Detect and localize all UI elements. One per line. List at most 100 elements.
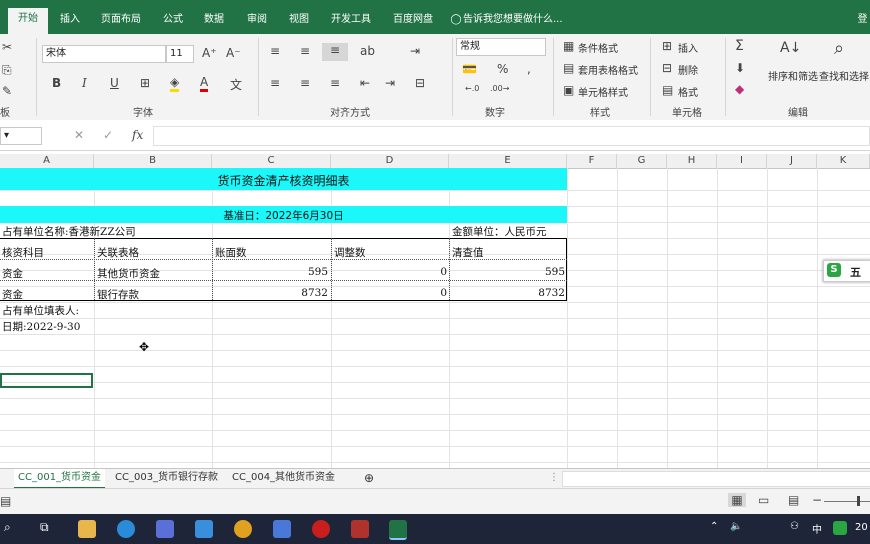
column-header-h[interactable]: H xyxy=(667,154,717,168)
tell-me-search[interactable]: 告诉我您想要做什么... xyxy=(463,10,563,30)
clear-icon[interactable]: ◆ xyxy=(735,82,744,96)
increase-decimal-icon[interactable]: ←.0 xyxy=(465,84,479,93)
column-header-f[interactable]: F xyxy=(567,154,617,168)
tab-baidu-netdisk[interactable]: 百度网盘 xyxy=(388,10,438,30)
search-icon[interactable]: ⌕ xyxy=(4,520,11,535)
insert-function-icon[interactable]: fx xyxy=(132,128,143,142)
app-star-icon[interactable] xyxy=(273,520,291,538)
font-color-icon[interactable]: A xyxy=(200,75,209,92)
access-icon[interactable] xyxy=(351,520,369,538)
insert-cells-button[interactable]: 插入 xyxy=(678,40,698,55)
tab-scroll-icon[interactable]: ⋮ xyxy=(545,469,563,487)
column-header-d[interactable]: D xyxy=(331,154,449,168)
font-name-select[interactable]: 宋体 xyxy=(42,45,166,63)
percent-icon[interactable]: % xyxy=(497,62,508,76)
macro-record-icon[interactable]: ▤ xyxy=(0,494,11,508)
fill-color-icon[interactable]: ◈ xyxy=(170,75,180,92)
bold-icon[interactable]: B xyxy=(52,76,61,90)
column-header-g[interactable]: G xyxy=(617,154,667,168)
orientation-icon[interactable]: ab xyxy=(360,44,375,58)
align-right-icon[interactable]: ≡ xyxy=(330,76,340,90)
page-layout-view-icon[interactable]: ▭ xyxy=(758,493,769,507)
zoom-out-icon[interactable]: − xyxy=(812,493,822,507)
align-bottom-icon[interactable]: ≡ xyxy=(322,43,348,61)
wrap-text-icon[interactable]: ⇥ xyxy=(410,44,420,58)
tab-formulas[interactable]: 公式 xyxy=(158,10,188,30)
sogou-tray-icon[interactable] xyxy=(833,521,847,535)
fill-down-icon[interactable]: ⬇ xyxy=(735,61,745,75)
enter-icon[interactable]: ✓ xyxy=(103,128,113,142)
column-header-j[interactable]: J xyxy=(767,154,817,168)
autosum-icon[interactable]: Σ xyxy=(735,38,744,54)
delete-cells-button[interactable]: 删除 xyxy=(678,62,698,77)
cut-icon[interactable]: ✂ xyxy=(2,40,12,54)
page-break-view-icon[interactable]: ▤ xyxy=(788,493,799,507)
decrease-decimal-icon[interactable]: .00→ xyxy=(490,84,509,93)
add-sheet-icon[interactable]: ⊕ xyxy=(360,469,378,487)
format-as-table-button[interactable]: 套用表格格式 xyxy=(578,62,638,77)
increase-font-icon[interactable]: A⁺ xyxy=(202,46,217,60)
tab-developer[interactable]: 开发工具 xyxy=(326,10,376,30)
task-view-icon[interactable]: ⧉ xyxy=(40,520,49,535)
tab-view[interactable]: 视图 xyxy=(284,10,314,30)
column-header-b[interactable]: B xyxy=(94,154,212,168)
column-header-k[interactable]: K xyxy=(817,154,870,168)
name-box[interactable]: ▾ xyxy=(0,127,42,145)
tab-home[interactable]: 开始 xyxy=(8,8,48,34)
underline-icon[interactable]: U xyxy=(110,76,119,90)
align-middle-icon[interactable]: ≡ xyxy=(300,44,310,58)
column-header-i[interactable]: I xyxy=(717,154,767,168)
formula-input[interactable] xyxy=(153,126,870,146)
chrome-icon[interactable] xyxy=(234,520,252,538)
recorder-icon[interactable] xyxy=(312,520,330,538)
column-header-e[interactable]: E xyxy=(449,154,567,168)
ime-toolbar[interactable]: S 五 xyxy=(823,260,870,282)
decrease-font-icon[interactable]: A⁻ xyxy=(226,46,241,60)
file-explorer-icon[interactable] xyxy=(78,520,96,538)
align-center-icon[interactable]: ≡ xyxy=(300,76,310,90)
copy-icon[interactable]: ⎘ xyxy=(2,63,12,78)
zoom-slider[interactable] xyxy=(824,501,870,502)
phonetic-icon[interactable]: 文 xyxy=(230,76,242,93)
column-header-a[interactable]: A xyxy=(0,154,94,168)
tab-insert[interactable]: 插入 xyxy=(55,10,85,30)
sheet-tab-cc001[interactable]: CC_001_货币资金 xyxy=(14,469,106,489)
network-icon[interactable]: ⚇ xyxy=(790,521,799,532)
column-header-c[interactable]: C xyxy=(212,154,331,168)
normal-view-icon[interactable]: ▦ xyxy=(728,493,746,507)
ime-indicator[interactable]: 中 xyxy=(812,521,822,536)
sheet-tab-cc004[interactable]: CC_004_其他货币资金 xyxy=(228,469,339,487)
border-icon[interactable]: ⊞ xyxy=(140,76,150,90)
conditional-format-button[interactable]: 条件格式 xyxy=(578,40,618,55)
cancel-icon[interactable]: ✕ xyxy=(74,128,84,142)
edge-icon[interactable] xyxy=(117,520,135,538)
italic-icon[interactable]: I xyxy=(82,76,87,90)
comma-style-icon[interactable]: , xyxy=(527,62,531,76)
sort-filter-button[interactable]: 排序和筛选 xyxy=(768,68,818,83)
font-size-select[interactable]: 11 xyxy=(166,45,194,63)
sheet-tab-cc003[interactable]: CC_003_货币银行存款 xyxy=(111,469,222,487)
decrease-indent-icon[interactable]: ⇤ xyxy=(360,76,370,90)
tab-page-layout[interactable]: 页面布局 xyxy=(96,10,146,30)
clock[interactable]: 20 xyxy=(855,522,868,533)
zoom-slider-thumb[interactable] xyxy=(857,496,860,506)
tab-data[interactable]: 数据 xyxy=(199,10,229,30)
store-icon[interactable] xyxy=(156,520,174,538)
number-format-select[interactable]: 常规 xyxy=(456,38,546,56)
cell-styles-button[interactable]: 单元格样式 xyxy=(578,84,628,99)
login-button[interactable]: 登 xyxy=(855,10,870,30)
excel-icon[interactable] xyxy=(389,520,407,540)
mail-icon[interactable] xyxy=(195,520,213,538)
currency-format-icon[interactable]: 💳 xyxy=(462,62,477,76)
worksheet-grid[interactable]: 货币资金清产核资明细表 基准日：2022年6月30日 占有单位名称:香港新ZZ公… xyxy=(0,168,870,468)
volume-icon[interactable]: 🔈 xyxy=(730,521,742,532)
tray-expand-icon[interactable]: ⌃ xyxy=(710,521,718,532)
merge-center-icon[interactable]: ⊟ xyxy=(415,76,425,90)
tab-review[interactable]: 审阅 xyxy=(242,10,272,30)
find-select-button[interactable]: 查找和选择 xyxy=(819,68,869,83)
format-cells-button[interactable]: 格式 xyxy=(678,84,698,99)
align-top-icon[interactable]: ≡ xyxy=(270,44,280,58)
align-left-icon[interactable]: ≡ xyxy=(270,76,280,90)
horizontal-scrollbar[interactable] xyxy=(562,471,870,487)
increase-indent-icon[interactable]: ⇥ xyxy=(385,76,395,90)
